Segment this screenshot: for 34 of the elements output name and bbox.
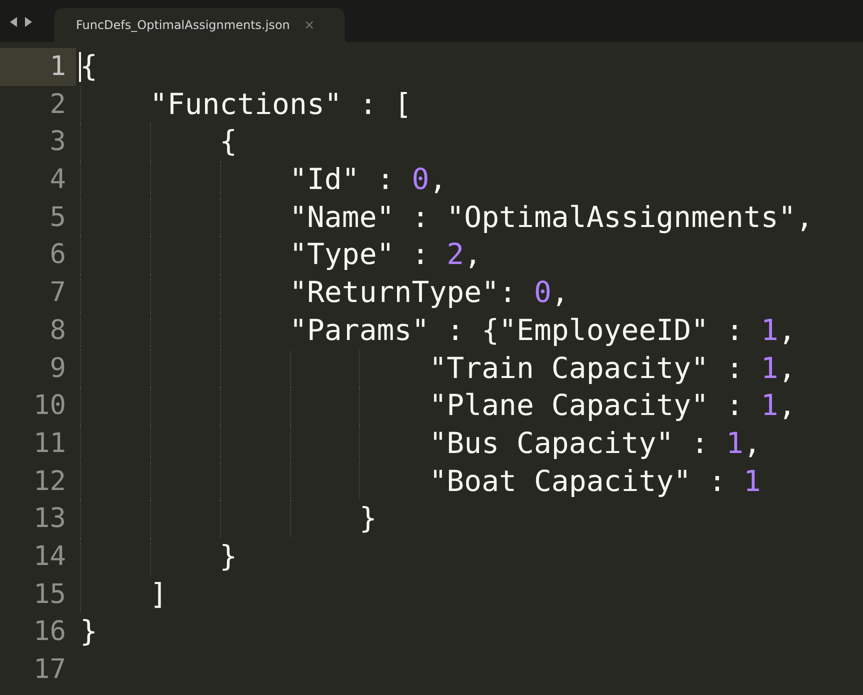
line-number: 1 <box>0 48 76 86</box>
code-line: "Bus Capacity" : 1, <box>428 424 761 462</box>
code-line: } <box>80 613 98 650</box>
code-line: "Params" : {"EmployeeID" : 1, <box>288 312 796 349</box>
line-number: 17 <box>32 653 67 687</box>
line-number: 6 <box>48 238 67 272</box>
code-line: "Functions" : [ <box>148 86 412 123</box>
line-number: 12 <box>32 464 67 499</box>
line-number: 10 <box>32 389 67 424</box>
code-line: } <box>218 538 238 575</box>
code-line: } <box>358 500 377 538</box>
code-line: "ReturnType": 0, <box>288 274 569 312</box>
line-number: 4 <box>48 163 67 198</box>
line-number: 11 <box>32 426 67 461</box>
code-line: "Type" : 2, <box>288 236 482 274</box>
code-line: { <box>218 123 238 160</box>
code-line: "Plane Capacity" : 1, <box>428 387 796 424</box>
line-number: 3 <box>48 125 67 160</box>
line-number: 5 <box>48 200 67 235</box>
line-number: 7 <box>48 276 67 310</box>
line-number: 9 <box>48 352 67 386</box>
code-line: ] <box>148 576 168 613</box>
code-line: "Boat Capacity" : 1 <box>428 462 761 500</box>
line-number: 16 <box>32 615 67 650</box>
file-tab[interactable]: FuncDefs_OptimalAssignments.json × <box>54 8 345 42</box>
code-line: "Name" : "OptimalAssignments", <box>288 198 814 236</box>
code-line: { <box>80 48 98 85</box>
code-line: "Id" : 0, <box>288 161 447 198</box>
line-number: 13 <box>32 502 67 536</box>
line-number: 14 <box>32 540 67 574</box>
line-number: 8 <box>48 314 67 348</box>
line-number: 2 <box>48 88 67 122</box>
code-line: "Train Capacity" : 1, <box>428 350 796 386</box>
line-number: 15 <box>32 578 67 612</box>
